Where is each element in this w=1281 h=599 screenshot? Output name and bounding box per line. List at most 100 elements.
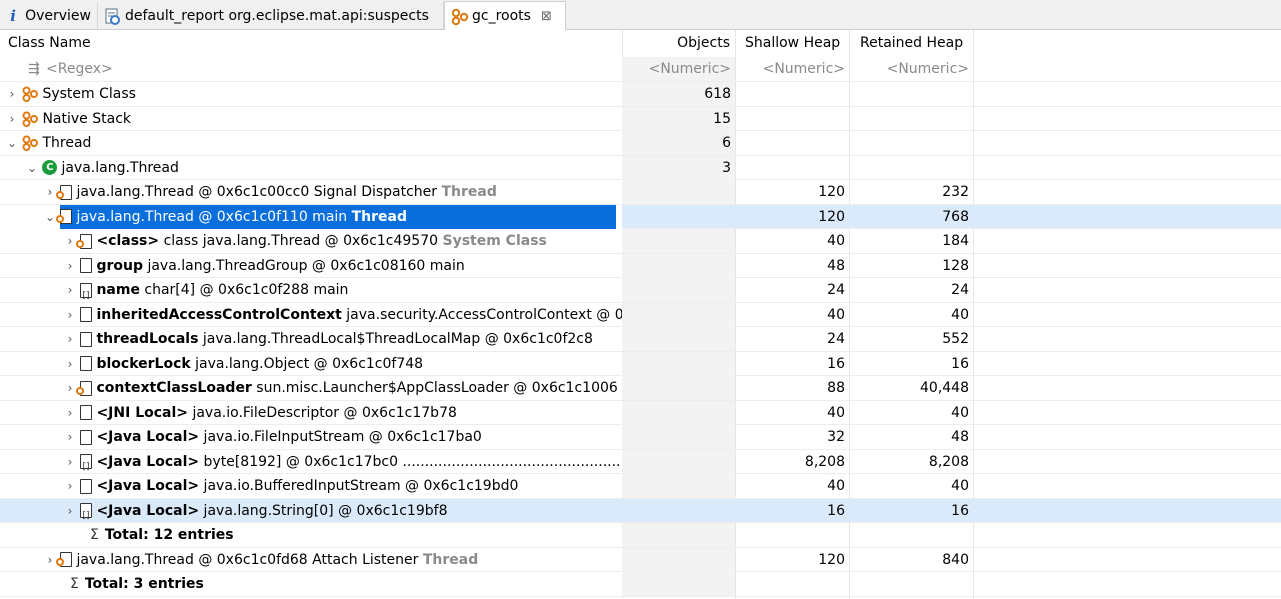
array-icon (80, 282, 93, 302)
thread-object-icon (56, 552, 73, 567)
table-row[interactable]: › threadLocals java.lang.ThreadLocal$Thr… (0, 327, 1281, 352)
retained-heap-value: 40 (951, 404, 969, 421)
column-header-objects[interactable]: Objects (622, 30, 730, 56)
gc-root-group-icon (22, 111, 39, 127)
expand-icon[interactable]: › (64, 303, 76, 327)
row-name: Thread (42, 135, 92, 151)
collapse-icon[interactable]: ⌄ (44, 205, 56, 229)
close-tab-icon[interactable]: ⊠ (541, 9, 552, 24)
row-name: java.io.FileInputStream @ 0x6c1c17ba0 (199, 429, 482, 445)
row-name: java.io.BufferedInputStream @ 0x6c1c19bd… (199, 478, 519, 494)
table-row[interactable]: › inheritedAccessControlContext java.sec… (0, 302, 1281, 327)
thread-object-icon (56, 209, 73, 224)
objects-value (622, 229, 735, 253)
row-name: java.security.AccessControlContext @ 0 (341, 306, 622, 323)
tab-default-report[interactable]: default_report org.eclipse.mat.api:suspe… (98, 2, 444, 29)
row-name: java.lang.ThreadGroup @ 0x6c1c08160 main (143, 257, 465, 274)
gc-root-group-icon (22, 86, 39, 102)
objects-value (622, 425, 735, 449)
expand-icon[interactable]: › (44, 548, 56, 572)
object-icon (80, 405, 93, 420)
table-row[interactable]: › <class> class java.lang.Thread @ 0x6c1… (0, 229, 1281, 254)
expand-icon[interactable]: › (64, 352, 76, 376)
objects-value (622, 400, 735, 425)
retained-heap-value: 40,448 (920, 380, 969, 396)
shallow-heap-value: 120 (818, 184, 845, 200)
shallow-heap-filter[interactable]: <Numeric> (735, 57, 849, 81)
table-row[interactable]: › <JNI Local> java.io.FileDescriptor @ 0… (0, 400, 1281, 425)
total-label: Total: 3 entries (84, 576, 204, 592)
objects-value: 618 (622, 82, 735, 106)
retained-heap-value: 48 (951, 429, 969, 445)
column-header-shallow-heap[interactable]: Shallow Heap (745, 30, 849, 56)
row-type-label: Thread (422, 551, 479, 568)
expand-icon[interactable]: › (6, 82, 18, 106)
objects-value (622, 523, 735, 547)
row-name: java.lang.ThreadLocal$ThreadLocalMap @ 0… (198, 331, 593, 347)
expand-icon[interactable]: › (64, 229, 76, 253)
objects-value (622, 351, 735, 376)
column-header-class-name[interactable]: Class Name (8, 30, 608, 56)
tab-overview[interactable]: i Overview (0, 2, 98, 29)
collapse-icon[interactable]: ⌄ (26, 156, 38, 180)
regex-filter-icon: ⇶ (28, 61, 40, 77)
editor-tab-bar: i Overview default_report org.eclipse.ma… (0, 0, 1281, 30)
filter-row: ⇶ <Regex> <Numeric> <Numeric> <Numeric> (0, 57, 1281, 82)
row-name: java.lang.Object @ 0x6c1c0f748 (190, 355, 424, 372)
expand-icon[interactable]: › (64, 327, 76, 351)
table-row[interactable]: › contextClassLoader sun.misc.Launcher$A… (0, 376, 1281, 401)
expand-icon[interactable]: › (64, 474, 76, 498)
table-row-selected[interactable]: ⌄ java.lang.Thread @ 0x6c1c0f110 main Th… (0, 204, 1281, 229)
tab-gc-roots[interactable]: gc_roots ⊠ (444, 1, 566, 30)
retained-heap-value: 552 (942, 331, 969, 347)
object-icon (80, 307, 93, 322)
expand-icon[interactable]: › (64, 278, 76, 302)
selection-highlight: java.lang.Thread @ 0x6c1c0f110 main Thre… (56, 204, 617, 229)
objects-value (622, 547, 735, 572)
row-name: Native Stack (42, 110, 131, 127)
shallow-heap-value: 120 (818, 208, 845, 225)
table-row[interactable]: › blockerLock java.lang.Object @ 0x6c1c0… (0, 351, 1281, 376)
shallow-heap-value: 40 (827, 478, 845, 494)
field-name: threadLocals (96, 331, 199, 347)
shallow-heap-value: 88 (827, 380, 845, 396)
expand-icon[interactable]: › (44, 180, 56, 204)
expand-icon[interactable]: › (64, 425, 76, 449)
objects-value (622, 302, 735, 327)
tab-label: Overview (25, 7, 91, 24)
table-row[interactable]: › group java.lang.ThreadGroup @ 0x6c1c08… (0, 253, 1281, 278)
table-row[interactable]: › java.lang.Thread @ 0x6c1c0fd68 Attach … (0, 547, 1281, 572)
table-row[interactable]: › <Java Local> java.io.FileInputStream @… (0, 425, 1281, 450)
table-row[interactable]: › Native Stack 15 (0, 106, 1281, 131)
table-row[interactable]: › <Java Local> byte[8192] @ 0x6c1c17bc0 … (0, 449, 1281, 474)
array-icon (80, 454, 93, 474)
table-row[interactable]: › System Class 618 (0, 82, 1281, 107)
retained-heap-filter[interactable]: <Numeric> (849, 57, 973, 81)
class-icon: C (42, 160, 58, 175)
field-name: <JNI Local> (96, 404, 189, 421)
expand-icon[interactable]: › (64, 450, 76, 474)
classloader-icon (76, 380, 93, 396)
shallow-heap-value: 8,208 (804, 453, 845, 470)
table-row[interactable]: ⌄ Cjava.lang.Thread 3 (0, 155, 1281, 180)
expand-icon[interactable]: › (64, 499, 76, 523)
table-row-hover[interactable]: › <Java Local> java.lang.String[0] @ 0x6… (0, 498, 1281, 523)
table-row[interactable]: › java.lang.Thread @ 0x6c1c00cc0 Signal … (0, 180, 1281, 205)
table-row[interactable]: › <Java Local> java.io.BufferedInputStre… (0, 474, 1281, 499)
expand-icon[interactable]: › (6, 107, 18, 131)
column-header-retained-heap[interactable]: Retained Heap (860, 30, 970, 56)
retained-heap-value: 840 (942, 551, 969, 568)
table-row[interactable]: ⌄ Thread 6 (0, 131, 1281, 156)
objects-filter[interactable]: <Numeric> (622, 57, 735, 81)
expand-icon[interactable]: › (64, 254, 76, 278)
row-name: class java.lang.Thread @ 0x6c1c49570 (159, 233, 443, 249)
row-type-label: Thread (441, 184, 497, 200)
regex-filter[interactable]: ⇶ <Regex> (26, 57, 586, 81)
total-label: Total: 12 entries (104, 527, 234, 543)
sum-icon: Σ (70, 576, 79, 592)
collapse-icon[interactable]: ⌄ (6, 131, 18, 155)
expand-icon[interactable]: › (64, 376, 76, 400)
expand-icon[interactable]: › (64, 401, 76, 425)
table-row[interactable]: › name char[4] @ 0x6c1c0f288 main 24 24 (0, 278, 1281, 303)
retained-heap-value: 16 (951, 502, 969, 519)
